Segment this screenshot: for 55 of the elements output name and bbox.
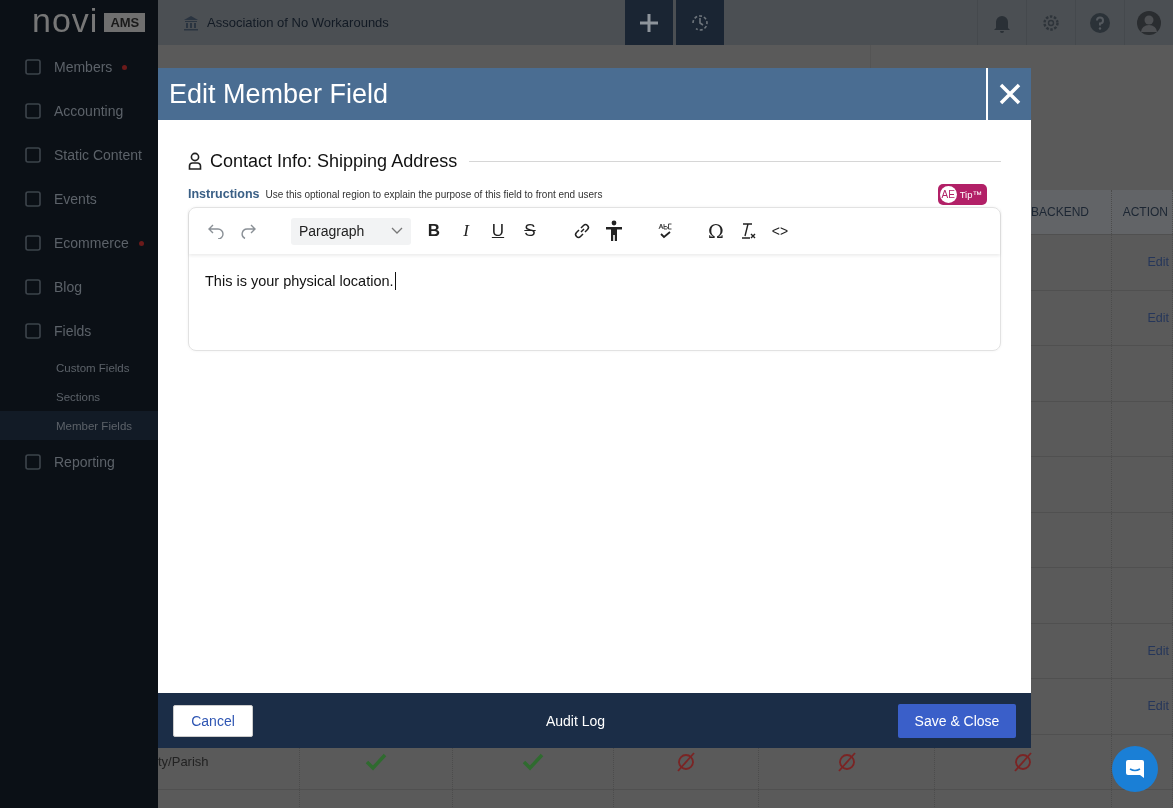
link-icon[interactable] — [573, 222, 591, 240]
section-title: Contact Info: Shipping Address — [210, 150, 458, 172]
nav-icon — [22, 189, 44, 209]
add-button[interactable] — [625, 0, 673, 45]
cancel-button[interactable]: Cancel — [173, 704, 253, 737]
plus-icon — [639, 12, 659, 33]
column-header: ACTION — [1122, 205, 1168, 219]
nav-icon — [22, 101, 44, 121]
nav-item[interactable]: Accounting — [0, 89, 158, 133]
save-close-button[interactable]: Save & Close — [898, 703, 1016, 738]
bold-button[interactable]: B — [425, 221, 443, 241]
clear-formatting-icon[interactable] — [739, 222, 757, 240]
nav-item[interactable]: Events — [0, 177, 158, 221]
nav-icon — [22, 145, 44, 165]
row-label: ty/Parish — [158, 754, 209, 770]
bank-icon — [183, 14, 199, 31]
nav-item[interactable]: Members — [0, 45, 158, 89]
block-format-dropdown[interactable]: Paragraph — [291, 217, 411, 245]
nav-item[interactable]: Static Content — [0, 133, 158, 177]
chevron-down-icon — [391, 227, 403, 235]
logo: novi — [32, 2, 99, 37]
special-character-button[interactable]: Ω — [707, 220, 725, 242]
editor-text[interactable]: This is your physical location. — [189, 254, 1000, 308]
redo-icon[interactable] — [239, 223, 257, 239]
italic-button[interactable]: I — [457, 221, 475, 241]
nav-icon — [22, 57, 44, 77]
chat-button[interactable] — [1112, 746, 1158, 792]
nav-item[interactable]: Reporting — [0, 440, 158, 484]
nav-icon — [22, 452, 44, 472]
nav-icon — [22, 277, 44, 297]
nav-subitem[interactable]: Sections — [0, 382, 158, 411]
spellcheck-icon[interactable] — [657, 222, 673, 240]
audit-log-link[interactable]: Audit Log — [545, 712, 606, 729]
person-icon — [188, 152, 202, 170]
logo-badge: AMS — [104, 13, 146, 32]
column-header: BACKEND — [1031, 205, 1089, 219]
chat-icon — [1125, 759, 1145, 779]
undo-icon[interactable] — [207, 223, 225, 239]
accessibility-icon[interactable] — [605, 220, 623, 242]
dialog-title: Edit Member Field — [168, 77, 390, 111]
nav-icon — [22, 321, 44, 341]
close-icon — [998, 83, 1021, 105]
nav-subitem[interactable]: Custom Fields — [0, 353, 158, 382]
nav-item[interactable]: Fields — [0, 309, 158, 353]
tip-badge[interactable]: AE Tip™ — [937, 183, 987, 205]
instructions-label: Instructions — [188, 187, 260, 201]
nav-subitem[interactable]: Member Fields — [0, 411, 158, 440]
nav-item[interactable]: Blog — [0, 265, 158, 309]
nav-item[interactable]: Ecommerce — [0, 221, 158, 265]
source-code-button[interactable]: <> — [771, 223, 789, 239]
strikethrough-button[interactable]: S — [521, 221, 539, 241]
organization-name: Association of No Workarounds — [207, 15, 389, 30]
nav-icon — [22, 233, 44, 253]
instructions-text: Use this optional region to explain the purpose of this field to front end users — [265, 188, 603, 200]
underline-button[interactable]: U — [489, 221, 507, 241]
